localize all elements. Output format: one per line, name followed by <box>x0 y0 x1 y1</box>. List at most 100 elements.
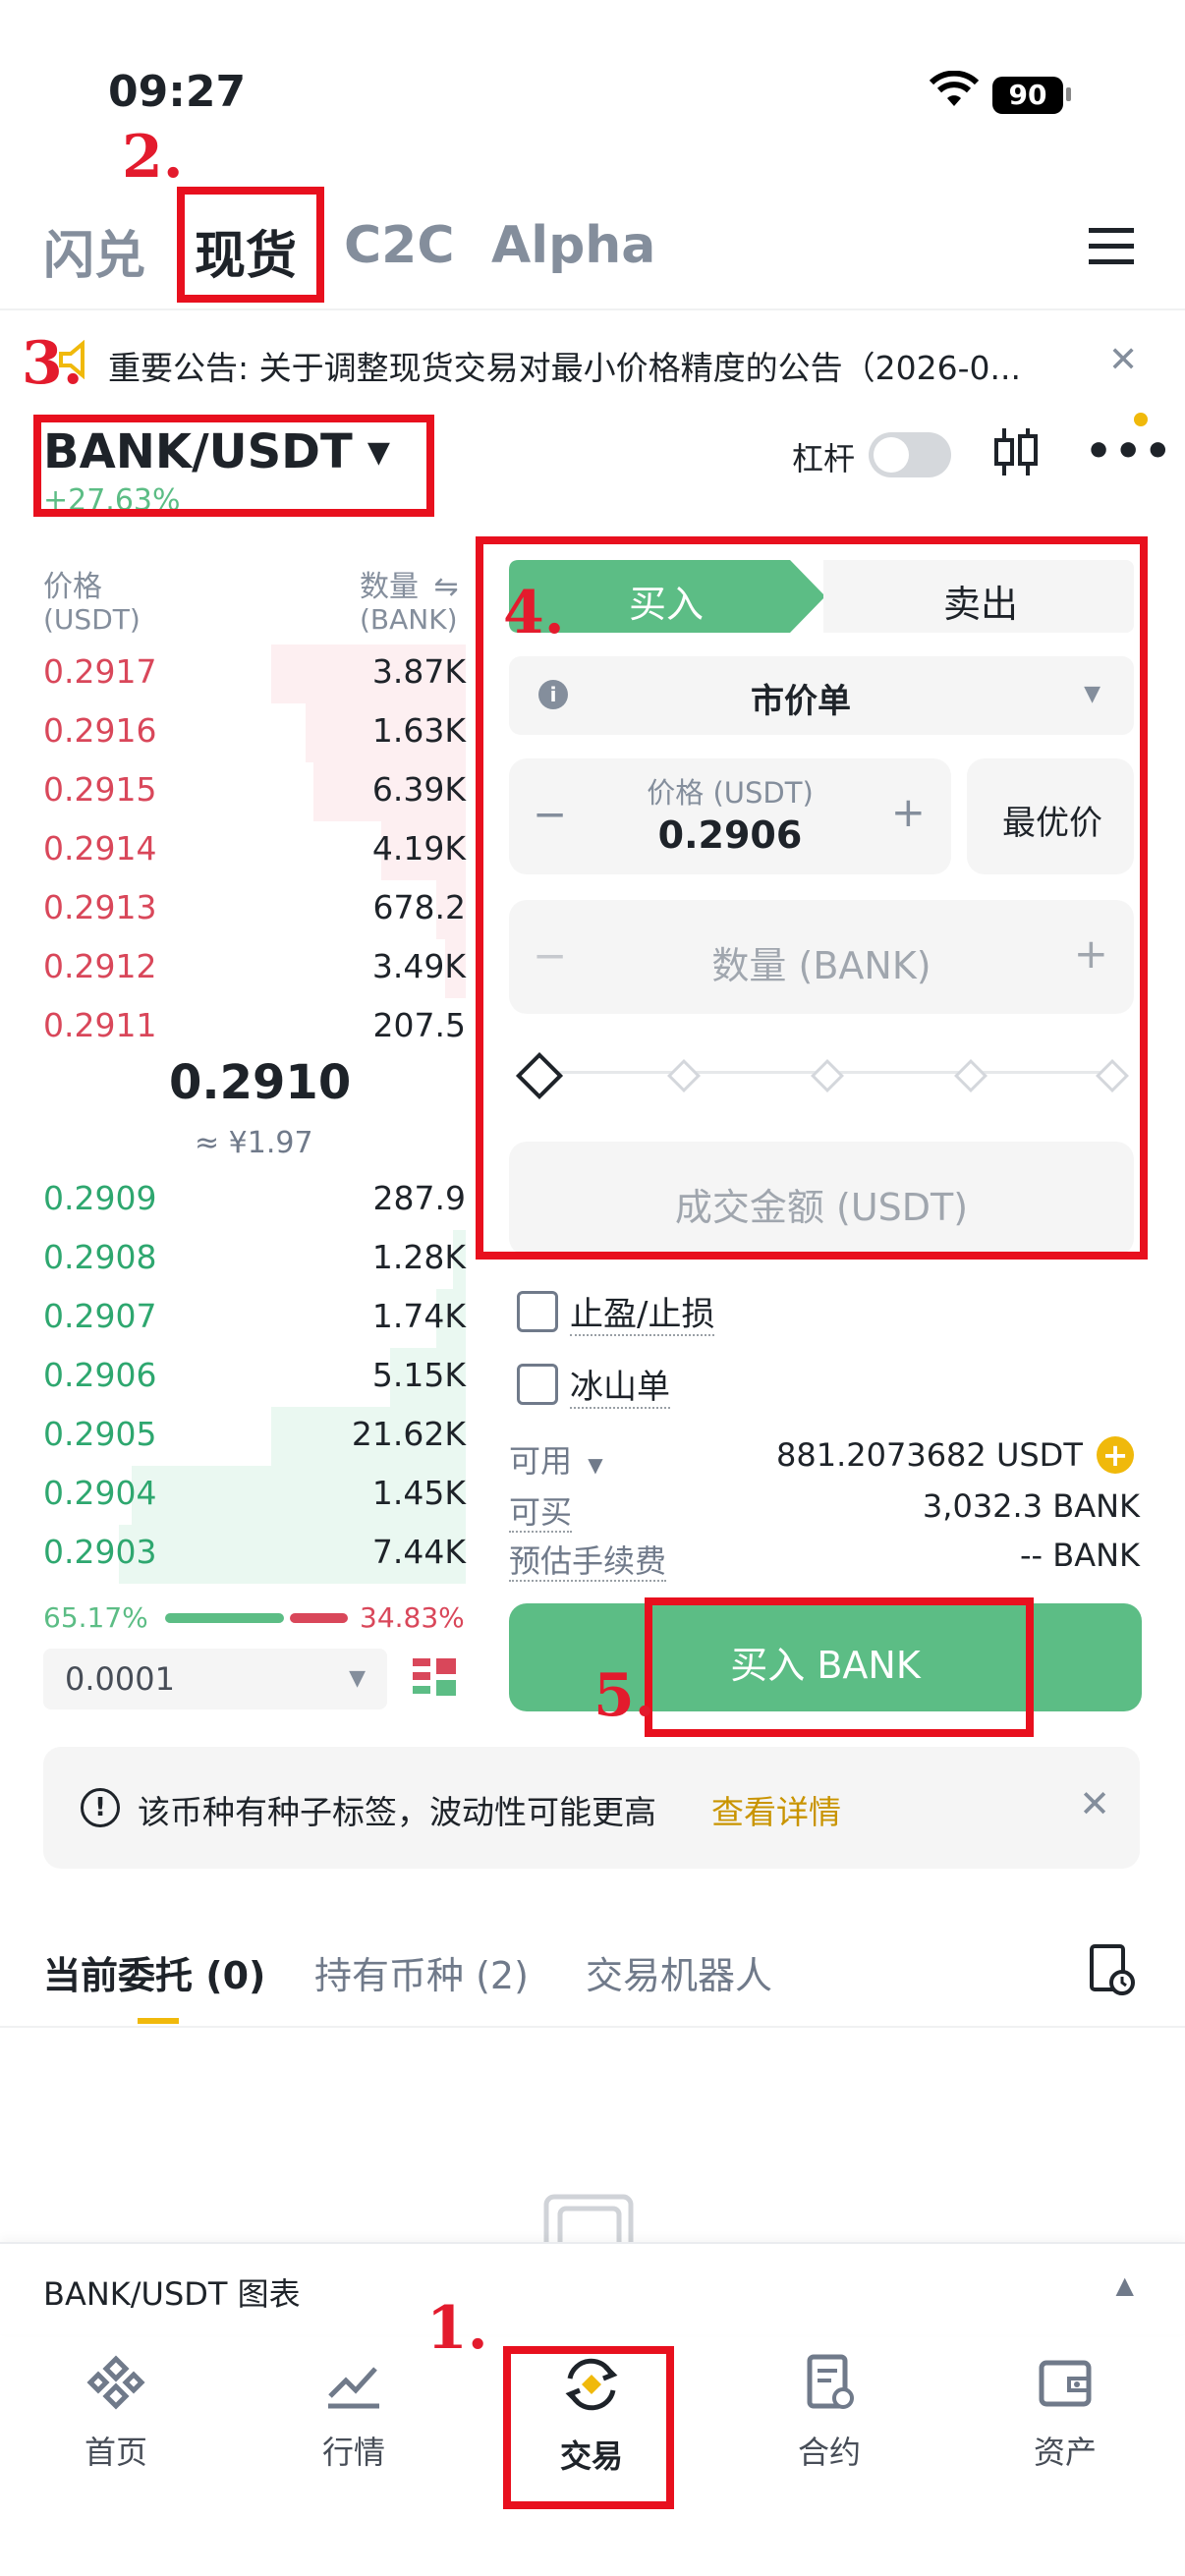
nav-markets-label: 行情 <box>321 2434 385 2471</box>
annotation-1: 1. <box>426 2294 488 2363</box>
buy-ratio: 65.17% <box>43 1601 148 1634</box>
iceberg-checkbox[interactable] <box>517 1364 558 1405</box>
last-price: 0.2910 <box>169 1055 352 1110</box>
orderbook-qty-label: 数量 <box>360 570 419 604</box>
ask-qty: 1.63K <box>371 711 466 750</box>
annotation-3: 3. <box>22 329 84 398</box>
orderbook-price-unit: (USDT) <box>43 603 141 636</box>
take-profit-text: 止盈/止损 <box>570 1295 715 1336</box>
tab-flash-swap[interactable]: 闪兑 <box>43 214 145 288</box>
status-time: 09:27 <box>108 67 247 117</box>
leverage-toggle[interactable] <box>869 432 951 477</box>
bid-price: 0.2904 <box>43 1474 157 1512</box>
fee-value: -- BANK <box>1019 1537 1140 1574</box>
annotation-box-buy-button <box>645 1597 1034 1737</box>
chart-bar[interactable]: BANK/USDT 图表 ▲ <box>0 2242 1185 2334</box>
alert-icon: ! <box>81 1788 120 1827</box>
nav-home-label: 首页 <box>84 2434 147 2471</box>
sell-ratio-bar <box>290 1613 348 1623</box>
ask-price: 0.2914 <box>43 829 157 868</box>
close-notice-icon[interactable]: ✕ <box>1079 1782 1110 1825</box>
orderbook-qty-unit: (BANK) <box>360 603 458 636</box>
bid-row[interactable]: 0.2909 287.9 <box>43 1171 466 1230</box>
empty-state-icon <box>538 2191 647 2259</box>
ask-row[interactable]: 0.2911 207.5 <box>43 998 466 1057</box>
tab-holdings[interactable]: 持有币种 (2) <box>314 1945 529 1999</box>
iceberg-label[interactable]: 冰山单 <box>570 1360 670 1409</box>
ask-price: 0.2911 <box>43 1006 157 1044</box>
bid-qty: 5.15K <box>371 1356 466 1394</box>
risk-notice-link[interactable]: 查看详情 <box>711 1786 841 1833</box>
futures-icon <box>751 2353 908 2416</box>
available-value: 881.2073682 USDT <box>776 1436 1083 1474</box>
ask-row[interactable]: 0.2915 6.39K <box>43 762 466 821</box>
annotation-box-trade-nav <box>503 2346 674 2509</box>
orderbook-qty-header[interactable]: 数量 ⇋ <box>360 562 459 605</box>
annotation-box-pair <box>33 415 434 517</box>
announcement-text[interactable]: 重要公告: 关于调整现货交易对最小价格精度的公告（2026-0... <box>108 342 1021 389</box>
buy-ratio-bar <box>165 1613 284 1623</box>
deposit-plus-icon[interactable]: + <box>1097 1436 1134 1474</box>
order-history-icon[interactable] <box>1089 1943 1136 2000</box>
orderbook-price-header: 价格 <box>43 570 102 604</box>
more-icon[interactable]: ••• <box>1085 426 1173 476</box>
bid-price: 0.2907 <box>43 1297 157 1335</box>
orderbook-layout-icon[interactable] <box>413 1656 456 1704</box>
can-buy-label: 可买 <box>509 1487 573 1533</box>
ask-price: 0.2913 <box>43 888 157 926</box>
nav-markets[interactable]: 行情 <box>275 2353 432 2473</box>
take-profit-label[interactable]: 止盈/止损 <box>570 1287 715 1336</box>
bid-price: 0.2905 <box>43 1415 157 1453</box>
tab-open-orders[interactable]: 当前委托 (0) <box>43 1945 265 1999</box>
available-text: 可用 <box>509 1442 573 1480</box>
can-buy-value: 3,032.3 BANK <box>922 1487 1140 1525</box>
ask-qty: 678.2 <box>372 888 466 926</box>
ask-qty: 4.19K <box>371 829 466 868</box>
nav-futures[interactable]: 合约 <box>751 2353 908 2473</box>
ask-row[interactable]: 0.2913 678.2 <box>43 880 466 939</box>
bid-price: 0.2909 <box>43 1179 157 1217</box>
ask-price: 0.2915 <box>43 770 157 809</box>
wallet-icon <box>987 2353 1144 2416</box>
ask-qty: 6.39K <box>371 770 466 809</box>
nav-assets[interactable]: 资产 <box>987 2353 1144 2473</box>
bid-row[interactable]: 0.2905 21.62K <box>43 1407 466 1466</box>
close-announcement-icon[interactable]: ✕ <box>1108 340 1138 380</box>
ask-row[interactable]: 0.2916 1.63K <box>43 703 466 762</box>
bid-row[interactable]: 0.2907 1.74K <box>43 1289 466 1348</box>
precision-value: 0.0001 <box>65 1660 175 1698</box>
candlestick-icon[interactable] <box>992 424 1040 483</box>
annotation-box-order-form <box>476 536 1148 1260</box>
take-profit-checkbox[interactable] <box>517 1291 558 1332</box>
nav-assets-label: 资产 <box>1033 2434 1097 2471</box>
fee-text: 预估手续费 <box>509 1542 667 1582</box>
menu-icon[interactable] <box>1089 226 1134 271</box>
annotation-5: 5. <box>593 1661 655 1730</box>
bid-row[interactable]: 0.2908 1.28K <box>43 1230 466 1289</box>
ask-row[interactable]: 0.2917 3.87K <box>43 644 466 703</box>
sell-ratio: 34.83% <box>360 1601 465 1634</box>
bid-row[interactable]: 0.2904 1.45K <box>43 1466 466 1525</box>
tab-alpha[interactable]: Alpha <box>491 216 655 275</box>
available-label[interactable]: 可用 ▼ <box>509 1436 603 1482</box>
tab-c2c[interactable]: C2C <box>344 216 455 275</box>
bid-row[interactable]: 0.2906 5.15K <box>43 1348 466 1407</box>
bid-row[interactable]: 0.2903 7.44K <box>43 1525 466 1584</box>
header-divider <box>0 308 1185 310</box>
caret-down-icon: ▼ <box>588 1453 603 1477</box>
risk-notice-text: 该币种有种子标签，波动性可能更高 <box>138 1793 656 1831</box>
annotation-4: 4. <box>503 579 565 647</box>
notification-dot <box>1134 413 1148 426</box>
ask-price: 0.2917 <box>43 652 157 691</box>
nav-home[interactable]: 首页 <box>37 2353 195 2473</box>
tab-trading-bots[interactable]: 交易机器人 <box>586 1945 772 1999</box>
bid-price: 0.2903 <box>43 1533 157 1571</box>
ask-row[interactable]: 0.2914 4.19K <box>43 821 466 880</box>
home-icon <box>37 2353 195 2416</box>
precision-select[interactable]: 0.0001 ▼ <box>43 1649 387 1709</box>
ask-row[interactable]: 0.2912 3.49K <box>43 939 466 998</box>
markets-icon <box>275 2353 432 2416</box>
bid-qty: 1.28K <box>371 1238 466 1276</box>
can-buy-text: 可买 <box>509 1493 573 1533</box>
ask-price: 0.2912 <box>43 947 157 985</box>
